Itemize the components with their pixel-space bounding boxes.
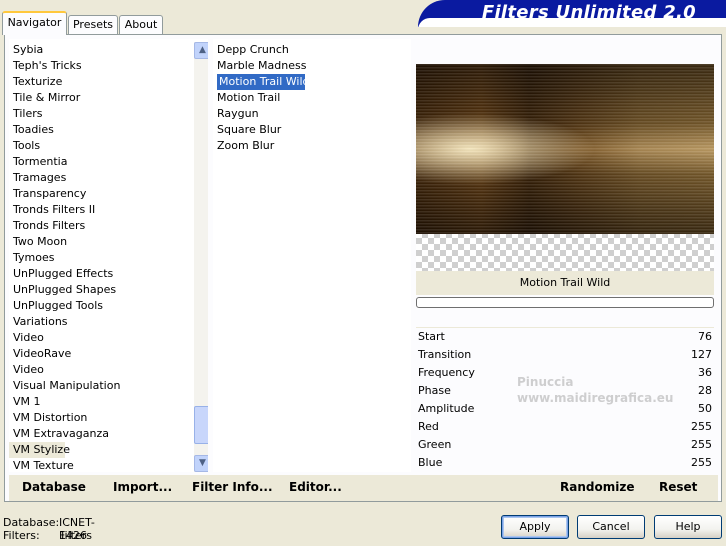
category-item[interactable]: Variations (9, 314, 68, 330)
category-item-selected[interactable]: VM Stylize (9, 442, 70, 458)
import-button[interactable]: Import... (113, 479, 172, 495)
filter-item[interactable]: Square Blur (213, 122, 281, 138)
editor-button[interactable]: Editor... (289, 479, 342, 495)
param-value: 255 (691, 420, 712, 433)
param-value: 255 (691, 456, 712, 469)
filter-item[interactable]: Zoom Blur (213, 138, 274, 154)
param-green[interactable]: Green 255 (416, 436, 714, 454)
status-database: Database: ICNET-Filters (3, 516, 95, 542)
param-value: 76 (698, 330, 712, 343)
category-item[interactable]: VM Extravaganza (9, 426, 109, 442)
category-item[interactable]: Tronds Filters II (9, 202, 95, 218)
category-item[interactable]: UnPlugged Shapes (9, 282, 116, 298)
param-label: Frequency (418, 366, 475, 379)
scroll-up-icon[interactable]: ▲ (194, 42, 208, 59)
status-filters-value: 1426 (59, 529, 87, 542)
param-label: Start (418, 330, 445, 343)
param-amplitude[interactable]: Amplitude 50 (416, 400, 714, 418)
category-item[interactable]: VM Distortion (9, 410, 87, 426)
filter-item[interactable]: Raygun (213, 106, 259, 122)
category-scrollbar[interactable]: ▲ ▼ (194, 42, 208, 472)
scroll-thumb[interactable] (194, 406, 208, 444)
category-item[interactable]: Tools (9, 138, 40, 154)
param-label: Amplitude (418, 402, 475, 415)
database-button[interactable]: Database (22, 479, 86, 495)
param-phase[interactable]: Phase 28 (416, 382, 714, 400)
status-database-label: Database: (3, 516, 60, 529)
category-item[interactable]: VM Texture (9, 458, 74, 472)
apply-button[interactable]: Apply (501, 515, 569, 539)
window-title: Filters Unlimited 2.0 (481, 2, 696, 23)
progress-bar (416, 297, 714, 308)
category-item[interactable]: Sybia (9, 42, 43, 58)
preview-image (416, 64, 714, 234)
filter-item[interactable]: Marble Madness (213, 58, 306, 74)
filter-item[interactable]: Motion Trail (213, 90, 280, 106)
help-button[interactable]: Help (654, 515, 722, 539)
param-value: 36 (698, 366, 712, 379)
category-item[interactable]: Two Moon (9, 234, 67, 250)
param-label: Green (418, 438, 452, 451)
filter-item[interactable]: Depp Crunch (213, 42, 289, 58)
scroll-down-icon[interactable]: ▼ (194, 455, 208, 472)
navigator-panel: Sybia Teph's Tricks Texturize Tile & Mir… (4, 34, 722, 502)
tab-navigator[interactable]: Navigator (2, 11, 67, 35)
param-label: Transition (418, 348, 472, 361)
category-item[interactable]: Video (9, 330, 44, 346)
param-frequency[interactable]: Frequency 36 (416, 364, 714, 382)
filter-info-button[interactable]: Filter Info... (192, 479, 273, 495)
category-item[interactable]: Toadies (9, 122, 54, 138)
category-item[interactable]: Tile & Mirror (9, 90, 80, 106)
title-banner: Filters Unlimited 2.0 (418, 0, 726, 27)
preview-canvas (416, 64, 714, 272)
param-value: 28 (698, 384, 712, 397)
param-red[interactable]: Red 255 (416, 418, 714, 436)
bottom-toolbar: Database Import... Filter Info... Editor… (9, 475, 718, 501)
category-item[interactable]: Tramages (9, 170, 66, 186)
category-item[interactable]: Tronds Filters (9, 218, 85, 234)
status-filters: Filters: 1426 (3, 529, 87, 542)
category-item[interactable]: UnPlugged Effects (9, 266, 113, 282)
param-label: Blue (418, 456, 443, 469)
category-list[interactable]: Sybia Teph's Tricks Texturize Tile & Mir… (9, 39, 208, 472)
randomize-button[interactable]: Randomize (560, 479, 634, 495)
category-item[interactable]: Video (9, 362, 44, 378)
param-transition[interactable]: Transition 127 (416, 346, 714, 364)
category-item[interactable]: Transparency (9, 186, 86, 202)
tab-about[interactable]: About (119, 15, 163, 34)
category-item[interactable]: VM 1 (9, 394, 41, 410)
param-value: 255 (691, 438, 712, 451)
filter-item-selected[interactable]: Motion Trail Wild (217, 74, 310, 90)
cancel-button[interactable]: Cancel (577, 515, 645, 539)
status-filters-label: Filters: (3, 529, 40, 542)
param-label: Phase (418, 384, 451, 397)
param-value: 50 (698, 402, 712, 415)
category-item[interactable]: Tymoes (9, 250, 54, 266)
category-item[interactable]: Tormentia (9, 154, 67, 170)
tab-presets[interactable]: Presets (68, 15, 118, 34)
param-value: 127 (691, 348, 712, 361)
reset-button[interactable]: Reset (659, 479, 697, 495)
param-blue[interactable]: Blue 255 (416, 454, 714, 472)
category-item[interactable]: Visual Manipulation (9, 378, 120, 394)
category-item[interactable]: Teph's Tricks (9, 58, 82, 74)
category-item[interactable]: VideoRave (9, 346, 71, 362)
category-item[interactable]: UnPlugged Tools (9, 298, 103, 314)
preview-caption: Motion Trail Wild (416, 271, 714, 295)
category-item[interactable]: Texturize (9, 74, 62, 90)
filter-list[interactable]: Depp Crunch Marble Madness Motion Trail … (213, 39, 411, 472)
category-item[interactable]: Tilers (9, 106, 43, 122)
param-label: Red (418, 420, 439, 433)
param-start[interactable]: Start 76 (416, 328, 714, 346)
